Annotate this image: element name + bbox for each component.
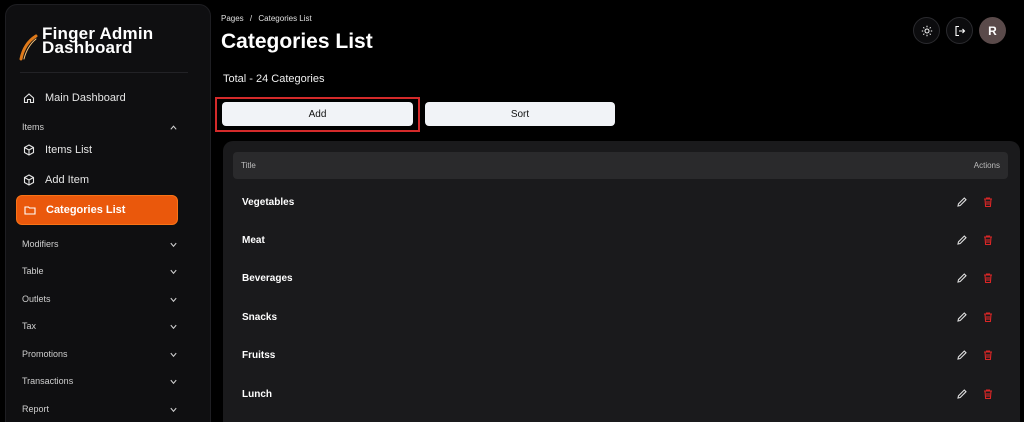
section-label: Transactions — [22, 376, 74, 386]
row-title: Lunch — [242, 388, 272, 400]
section-label: Promotions — [22, 349, 68, 359]
sidebar-section-report[interactable]: Report — [22, 402, 178, 416]
table-row: Lunch — [242, 385, 994, 403]
column-actions: Actions — [973, 161, 1000, 170]
categories-table: Title Actions Vegetables Meat Beverages … — [223, 141, 1020, 422]
sidebar-item-main-dashboard[interactable]: Main Dashboard — [16, 83, 178, 113]
chevron-down-icon — [168, 266, 178, 276]
sidebar-item-label: Items List — [45, 144, 93, 156]
sidebar-section-promotions[interactable]: Promotions — [22, 347, 178, 361]
delete-icon[interactable] — [982, 349, 994, 361]
row-title: Vegetables — [242, 196, 295, 208]
sidebar-section-transactions[interactable]: Transactions — [22, 374, 178, 388]
chevron-down-icon — [168, 376, 178, 386]
cube-icon — [22, 144, 35, 157]
row-title: Fruitss — [242, 349, 276, 361]
section-label: Table — [22, 266, 44, 276]
folder-icon — [23, 204, 36, 217]
cube-icon — [22, 174, 35, 187]
logout-button[interactable] — [946, 17, 973, 44]
total-count: Total - 24 Categories — [223, 73, 325, 85]
breadcrumb: Pages / Categories List — [221, 14, 312, 23]
edit-icon[interactable] — [956, 272, 968, 284]
chevron-down-icon — [168, 404, 178, 414]
chevron-down-icon — [168, 239, 178, 249]
row-title: Snacks — [242, 311, 278, 323]
page-title: Categories List — [221, 30, 373, 53]
edit-icon[interactable] — [956, 388, 968, 400]
section-label: Report — [22, 404, 50, 414]
sidebar-item-add-item[interactable]: Add Item — [16, 165, 178, 195]
edit-icon[interactable] — [956, 349, 968, 361]
column-title: Title — [241, 161, 256, 170]
row-title: Meat — [242, 234, 265, 246]
edit-icon[interactable] — [956, 311, 968, 323]
table-header: Title Actions — [233, 152, 1008, 179]
sort-button[interactable]: Sort — [425, 102, 615, 126]
sidebar-section-table[interactable]: Table — [22, 264, 178, 278]
table-row: Meat — [242, 231, 994, 249]
table-row: Snacks — [242, 308, 994, 326]
sidebar-section-items[interactable]: Items — [22, 120, 178, 134]
brand: Finger Admin Dashboard — [18, 25, 153, 61]
delete-icon[interactable] — [982, 234, 994, 246]
section-label: Modifiers — [22, 239, 59, 249]
logout-icon — [954, 25, 965, 36]
delete-icon[interactable] — [982, 311, 994, 323]
sidebar-item-items-list[interactable]: Items List — [16, 135, 178, 165]
sidebar-item-label: Add Item — [45, 174, 90, 186]
section-label: Outlets — [22, 294, 51, 304]
delete-icon[interactable] — [982, 388, 994, 400]
delete-icon[interactable] — [982, 196, 994, 208]
sidebar-item-categories-list[interactable]: Categories List — [16, 195, 178, 225]
delete-icon[interactable] — [982, 272, 994, 284]
table-row: Beverages — [242, 269, 994, 287]
sidebar-section-tax[interactable]: Tax — [22, 319, 178, 333]
section-label: Items — [22, 122, 45, 132]
chevron-down-icon — [168, 349, 178, 359]
chevron-down-icon — [168, 321, 178, 331]
avatar[interactable]: R — [979, 17, 1006, 44]
theme-toggle-button[interactable] — [913, 17, 940, 44]
chevron-down-icon — [168, 294, 178, 304]
sidebar-item-label: Categories List — [46, 204, 126, 216]
sun-icon — [921, 25, 932, 36]
edit-icon[interactable] — [956, 234, 968, 246]
row-title: Beverages — [242, 272, 293, 284]
edit-icon[interactable] — [956, 196, 968, 208]
sidebar-section-modifiers[interactable]: Modifiers — [22, 237, 178, 251]
sidebar-item-label: Main Dashboard — [45, 92, 126, 104]
breadcrumb-current: Categories List — [258, 14, 312, 23]
breadcrumb-root[interactable]: Pages — [221, 14, 244, 23]
brand-line-2: Dashboard — [42, 38, 133, 57]
top-actions: R — [913, 17, 1006, 44]
home-icon — [22, 92, 35, 105]
divider — [20, 72, 188, 73]
table-row: Vegetables — [242, 193, 994, 211]
logo-icon — [19, 34, 38, 61]
add-button[interactable]: Add — [222, 102, 413, 126]
chevron-up-icon — [168, 122, 178, 132]
section-label: Tax — [22, 321, 37, 331]
table-row: Fruitss — [242, 346, 994, 364]
breadcrumb-separator: / — [249, 14, 253, 23]
sidebar-section-outlets[interactable]: Outlets — [22, 292, 178, 306]
